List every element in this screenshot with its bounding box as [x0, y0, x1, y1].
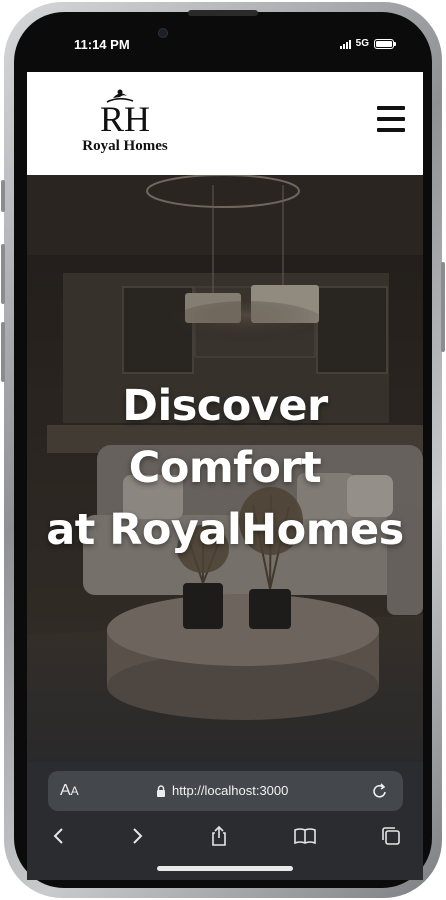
back-icon[interactable] [47, 824, 71, 848]
browser-toolbar [27, 820, 423, 854]
volume-down-button [1, 322, 5, 382]
text-size-button[interactable]: AA [60, 782, 79, 800]
hero-title: Discover Comfort at RoyalHomes [27, 375, 423, 561]
logo-monogram: RH [100, 99, 150, 134]
speaker-grille [188, 10, 258, 16]
hero-title-line-1: Discover Comfort [122, 381, 328, 493]
tabs-icon[interactable] [379, 824, 403, 848]
hamburger-icon[interactable] [377, 106, 405, 132]
url-display[interactable]: http://localhost:3000 [156, 783, 288, 798]
royal-homes-logo-icon: RH [100, 89, 150, 134]
device-frame: 11:14 PM 5G RH Royal Homes Discover Comf… [0, 0, 446, 900]
brand-name: Royal Homes [82, 138, 168, 154]
status-indicators: 5G [339, 38, 396, 49]
signal-icon [339, 39, 351, 49]
text-size-large: A [60, 782, 71, 799]
browser-chrome: AA http://localhost:3000 [27, 762, 423, 880]
share-icon[interactable] [207, 824, 231, 848]
volume-up-button [1, 244, 5, 304]
site-header: RH Royal Homes [27, 72, 423, 175]
network-label: 5G [355, 38, 369, 49]
lock-icon [157, 784, 165, 797]
forward-icon[interactable] [125, 824, 149, 848]
hero-title-line-2: at RoyalHomes [46, 505, 404, 555]
web-viewport: RH Royal Homes Discover Comfort at Royal… [27, 72, 423, 762]
status-bar: 11:14 PM 5G [28, 34, 418, 60]
reload-icon[interactable] [371, 781, 389, 801]
battery-icon [374, 38, 396, 49]
text-size-small: A [70, 784, 79, 798]
site-logo[interactable]: RH Royal Homes [73, 88, 177, 158]
url-text: http://localhost:3000 [172, 783, 289, 798]
action-button [1, 180, 5, 212]
power-button [441, 262, 445, 352]
hero-section: Discover Comfort at RoyalHomes [27, 175, 423, 762]
bookmarks-icon[interactable] [293, 824, 317, 848]
address-bar[interactable]: AA http://localhost:3000 [48, 771, 403, 811]
status-time: 11:14 PM [74, 37, 130, 52]
home-indicator[interactable] [157, 866, 293, 871]
